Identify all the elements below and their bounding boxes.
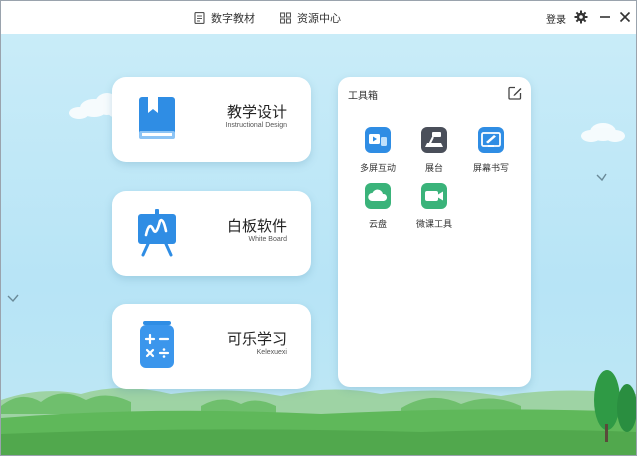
- tab-resource-center[interactable]: 资源中心: [280, 10, 341, 26]
- gear-icon[interactable]: [574, 10, 588, 24]
- card-subtitle: Kelexuexi: [256, 349, 287, 356]
- tool-cloud-disk[interactable]: 云盘: [353, 182, 403, 230]
- close-icon[interactable]: [618, 10, 632, 24]
- screen-write-icon: [478, 127, 504, 153]
- tool-micro-lesson[interactable]: 微课工具: [409, 182, 459, 230]
- card-title: 教学设计: [226, 103, 287, 121]
- card-title: 白板软件: [226, 217, 287, 235]
- video-camera-icon: [421, 183, 447, 209]
- title-bar: 数字教材 资源中心 登录: [1, 1, 636, 34]
- document-camera-icon: [421, 127, 447, 153]
- tab-digital-textbook-label: 数字教材: [211, 12, 255, 25]
- card-subtitle: White Board: [248, 236, 287, 243]
- tool-label: 屏幕书写: [472, 164, 509, 174]
- grid-icon: [280, 12, 291, 24]
- cloud-icon: [365, 183, 391, 209]
- tab-digital-textbook[interactable]: 数字教材: [194, 10, 255, 26]
- login-button[interactable]: 登录: [546, 11, 566, 26]
- card-white-board[interactable]: 白板软件 White Board: [112, 191, 311, 276]
- minimize-icon[interactable]: [598, 10, 612, 24]
- landscape-background: [1, 93, 636, 455]
- bookmark-book-icon: [139, 97, 175, 139]
- tool-document-camera[interactable]: 展台: [409, 126, 459, 174]
- tool-screen-write[interactable]: 屏幕书写: [466, 126, 516, 174]
- tool-label: 云盘: [368, 220, 387, 230]
- tab-resource-center-label: 资源中心: [297, 12, 341, 25]
- card-subtitle: Instructional Design: [225, 122, 287, 129]
- main-area: 教学设计 Instructional Design 白板软件 White Boa…: [1, 34, 636, 455]
- easel-board-icon: [138, 209, 176, 257]
- calculator-can-icon: [140, 321, 174, 368]
- tool-label: 微课工具: [415, 220, 452, 230]
- card-kelexuexi[interactable]: 可乐学习 Kelexuexi: [112, 304, 311, 389]
- card-title: 可乐学习: [226, 330, 287, 348]
- card-instructional-design[interactable]: 教学设计 Instructional Design: [112, 77, 311, 162]
- book-icon: [194, 12, 205, 24]
- app-window: 数字教材 资源中心 登录 教学设计 Instructional Design 白…: [0, 0, 637, 456]
- toolbox-panel: 工具箱: [338, 77, 531, 387]
- edit-icon[interactable]: [508, 86, 522, 100]
- toolbox-title: 工具箱: [348, 91, 378, 102]
- tool-label: 展台: [424, 164, 443, 174]
- tool-multi-screen[interactable]: 多屏互动: [353, 126, 403, 174]
- tool-label: 多屏互动: [359, 164, 396, 174]
- multi-screen-icon: [365, 127, 391, 153]
